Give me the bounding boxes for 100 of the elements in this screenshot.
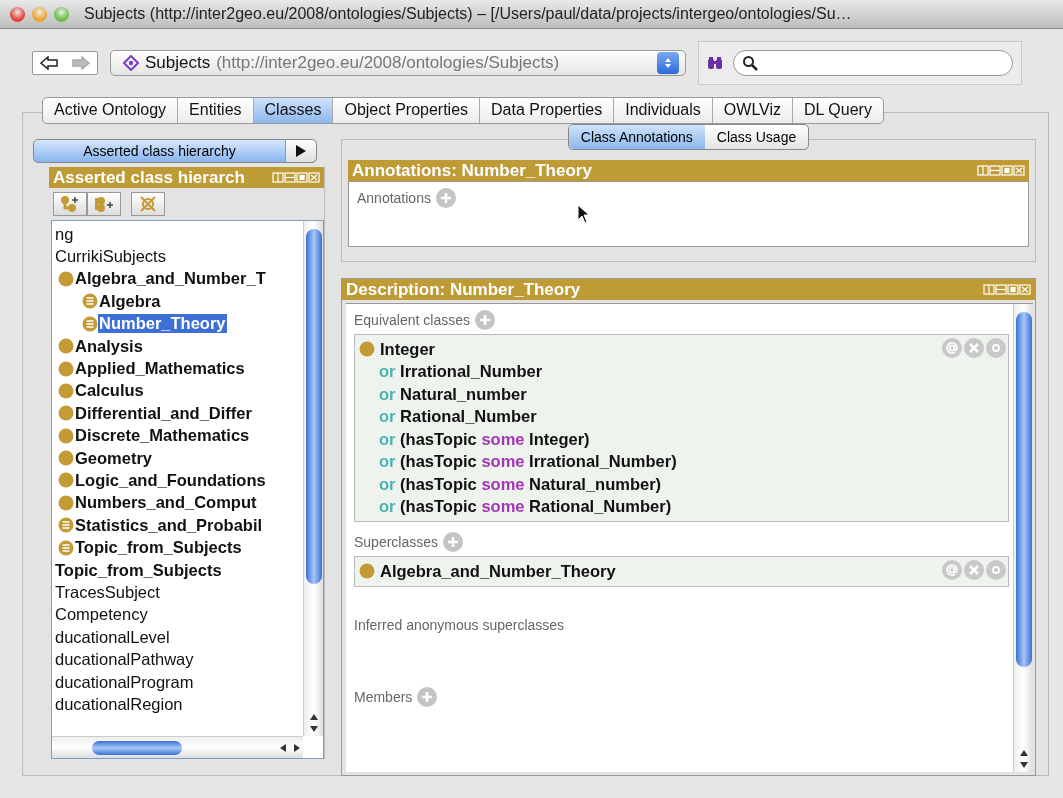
diamond-icon xyxy=(123,55,139,71)
stepper-icon xyxy=(663,56,673,70)
section-label: Superclasses xyxy=(354,534,439,550)
panel-controls-icon[interactable] xyxy=(272,172,320,183)
tree-item[interactable]: Calculus xyxy=(74,381,145,401)
tree-item[interactable]: Competency xyxy=(54,605,149,625)
binoculars-icon[interactable] xyxy=(707,56,723,70)
panel-title: Asserted class hierarch xyxy=(53,167,245,188)
vertical-scrollbar[interactable] xyxy=(1013,304,1033,772)
tree-item[interactable]: ducationalProgram xyxy=(54,672,195,692)
tree-item[interactable]: Analysis xyxy=(74,336,144,356)
defined-class-icon xyxy=(82,315,98,332)
tree-item[interactable]: Applied_Mathematics xyxy=(74,359,246,379)
tree-item[interactable]: Numbers_and_Comput xyxy=(74,493,258,513)
tab[interactable]: Class Annotations xyxy=(568,125,705,149)
tree-item[interactable]: Differential_and_Differ xyxy=(74,403,253,423)
panel-controls-icon[interactable] xyxy=(983,284,1031,295)
add-icon[interactable] xyxy=(435,188,456,208)
ontology-selector[interactable]: Subjects (http://inter2geo.eu/2008/ontologies/Subjects) xyxy=(110,50,686,76)
panel-controls-icon[interactable] xyxy=(977,165,1025,176)
tree-item[interactable]: ducationalLevel xyxy=(54,627,171,647)
defined-class-icon xyxy=(58,517,74,534)
tree-item[interactable]: Discrete_Mathematics xyxy=(74,426,251,446)
tree-item[interactable]: Statistics_and_Probabil xyxy=(74,515,264,535)
defined-class-icon xyxy=(82,293,98,310)
tree-item[interactable]: CurrikiSubjects xyxy=(54,247,167,267)
class-icon xyxy=(58,427,74,444)
annotation-icon[interactable] xyxy=(942,338,962,358)
edit-icon[interactable] xyxy=(986,560,1006,580)
add-icon[interactable] xyxy=(417,686,438,707)
class-expression-line: or (hasTopic some Irrational_Number) xyxy=(379,452,677,472)
class-icon xyxy=(58,382,74,399)
tab[interactable]: Entities xyxy=(178,98,254,123)
vertical-scrollbar[interactable] xyxy=(303,221,323,736)
mouse-pointer-icon xyxy=(577,204,591,224)
class-icon xyxy=(359,563,375,580)
add-subclass-icon xyxy=(59,195,81,213)
search-icon xyxy=(742,55,758,71)
tab[interactable]: OWLViz xyxy=(712,98,794,123)
view-selector[interactable]: Asserted class hierarchy xyxy=(33,139,317,163)
delete-icon[interactable] xyxy=(964,338,984,358)
class-icon xyxy=(58,338,74,355)
class-expression-line: Algebra_and_Number_Theory xyxy=(380,561,616,581)
class-icon xyxy=(58,450,74,467)
class-expression-line: Integer xyxy=(380,339,435,359)
forward-arrow-icon xyxy=(72,56,90,70)
zoom-button[interactable] xyxy=(54,6,69,22)
close-button[interactable] xyxy=(10,6,25,22)
tab[interactable]: Classes xyxy=(253,98,334,123)
section-label: Inferred anonymous superclasses xyxy=(354,616,565,633)
class-expression-line: or Irrational_Number xyxy=(379,362,543,382)
search-field[interactable] xyxy=(733,50,1013,76)
add-icon[interactable] xyxy=(443,532,464,552)
tree-item[interactable]: Geometry xyxy=(74,448,154,468)
class-icon xyxy=(58,270,74,287)
tree-item[interactable]: ducationalRegion xyxy=(54,694,184,714)
tab[interactable]: DL Query xyxy=(793,98,883,123)
delete-icon[interactable] xyxy=(964,560,984,580)
class-icon xyxy=(58,405,74,422)
tab[interactable]: Individuals xyxy=(614,98,713,123)
tree-item[interactable]: Logic_and_Foundations xyxy=(74,471,267,490)
play-icon xyxy=(295,144,307,158)
tree-item[interactable]: ducationalPathway xyxy=(54,650,195,670)
tree-item[interactable]: Topic_from_Subjects xyxy=(54,560,223,580)
section-label: Members xyxy=(354,688,413,705)
section-label: Annotations xyxy=(357,190,431,206)
back-arrow-icon xyxy=(40,56,58,70)
window-title: Subjects (http://inter2geo.eu/2008/ontologies/Subjects) – [/Users/paul/data/projects/intergeo/ontologies/Su… xyxy=(84,5,852,23)
class-expression-line: or Rational_Number xyxy=(379,407,537,427)
tree-item[interactable]: Algebra_and_Number_T xyxy=(74,269,267,289)
class-expression-line: or (hasTopic some Natural_number) xyxy=(379,474,662,494)
horizontal-scrollbar[interactable] xyxy=(52,736,303,758)
tab[interactable]: Data Properties xyxy=(480,98,615,123)
class-expression-line: or Natural_number xyxy=(379,384,527,404)
scroll-thumb[interactable] xyxy=(1015,312,1032,667)
delete-class-button[interactable] xyxy=(131,192,165,216)
scroll-up-icon[interactable] xyxy=(1018,748,1029,758)
edit-icon[interactable] xyxy=(986,338,1006,358)
tree-item[interactable]: Algebra xyxy=(98,291,162,311)
add-sibling-button[interactable] xyxy=(87,192,121,216)
class-icon xyxy=(359,341,375,358)
tab[interactable]: Class Usage xyxy=(704,125,809,149)
tree-item[interactable]: TracesSubject xyxy=(54,582,161,602)
tree-item[interactable]: Number_Theory xyxy=(98,314,227,334)
add-subclass-button[interactable] xyxy=(53,192,87,216)
add-icon[interactable] xyxy=(474,310,495,330)
tree-item[interactable]: ng xyxy=(54,224,75,244)
scroll-thumb[interactable] xyxy=(92,740,182,755)
minimize-button[interactable] xyxy=(32,6,47,22)
scroll-down-icon[interactable] xyxy=(308,724,319,734)
class-expression-line: or (hasTopic some Integer) xyxy=(379,429,590,449)
tab[interactable]: Object Properties xyxy=(333,98,481,123)
delete-class-icon xyxy=(137,195,159,213)
scroll-up-icon[interactable] xyxy=(308,712,319,722)
class-expression-line: or (hasTopic some Rational_Number) xyxy=(379,497,672,517)
tree-item[interactable]: Topic_from_Subjects xyxy=(74,538,243,558)
annotation-icon[interactable] xyxy=(942,560,962,580)
add-sibling-icon xyxy=(93,195,115,213)
scroll-thumb[interactable] xyxy=(305,229,322,584)
scroll-down-icon[interactable] xyxy=(1018,760,1029,770)
